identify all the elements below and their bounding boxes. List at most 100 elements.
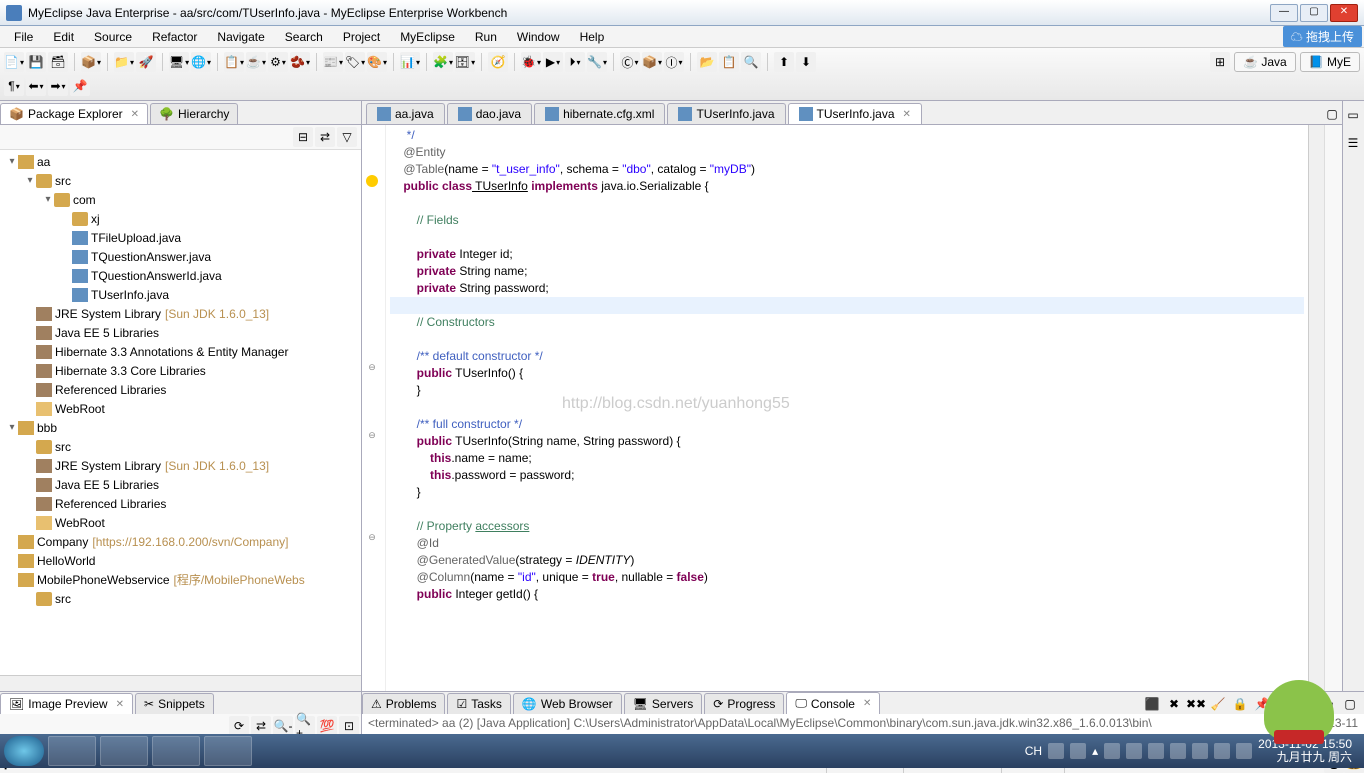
- prev-annotation-button[interactable]: ⬆: [774, 52, 794, 72]
- zoom-out-icon[interactable]: 🔍-: [273, 716, 293, 736]
- fold-marker-icon[interactable]: ⊖: [366, 361, 378, 373]
- menu-refactor[interactable]: Refactor: [142, 28, 207, 46]
- new-ejb-button[interactable]: 🫘: [290, 52, 310, 72]
- tray-icon[interactable]: [1126, 743, 1142, 759]
- minimized-outline-view[interactable]: ▭ ☰: [1342, 101, 1364, 691]
- tree-item[interactable]: Company[https://192.168.0.200/svn/Compan…: [2, 532, 359, 551]
- ime-indicator[interactable]: CH: [1025, 744, 1042, 758]
- tree-item[interactable]: JRE System Library[Sun JDK 1.6.0_13]: [2, 456, 359, 475]
- package-explorer-tree[interactable]: ▾aa▾src▾comxjTFileUpload.javaTQuestionAn…: [0, 150, 361, 675]
- menu-project[interactable]: Project: [333, 28, 390, 46]
- view-menu-button[interactable]: ▽: [337, 127, 357, 147]
- collapse-all-button[interactable]: ⊟: [293, 127, 313, 147]
- tab-progress[interactable]: ⟳ Progress: [704, 693, 784, 714]
- editor-tab[interactable]: dao.java: [447, 103, 532, 124]
- overview-ruler[interactable]: [1324, 125, 1342, 691]
- maximize-button[interactable]: ▢: [1300, 4, 1328, 22]
- warning-marker-icon[interactable]: [366, 175, 378, 187]
- new-project-button[interactable]: 📁: [114, 52, 134, 72]
- tree-item[interactable]: src: [2, 437, 359, 456]
- run-last-button[interactable]: ⏵: [565, 52, 585, 72]
- taskbar-app-2[interactable]: [100, 736, 148, 766]
- open-type-button[interactable]: 📦: [81, 52, 101, 72]
- restore-view-icon[interactable]: ▭: [1343, 105, 1363, 125]
- new-package-button[interactable]: 📦: [642, 52, 662, 72]
- close-button[interactable]: ✕: [1330, 4, 1358, 22]
- vertical-scrollbar[interactable]: [1308, 125, 1324, 691]
- outline-icon[interactable]: ☰: [1343, 133, 1363, 153]
- menu-window[interactable]: Window: [507, 28, 570, 46]
- new-jsp-button[interactable]: 📋: [224, 52, 244, 72]
- new-class-button[interactable]: Ⓒ: [620, 52, 640, 72]
- new-uml-button[interactable]: 📊: [400, 52, 420, 72]
- save-button[interactable]: 💾: [26, 52, 46, 72]
- tab-console[interactable]: 🖵 Console✕: [786, 692, 880, 714]
- tab-tasks[interactable]: ☑ Tasks: [447, 693, 510, 714]
- struts-button[interactable]: 🧩: [433, 52, 453, 72]
- open-resource-button[interactable]: 📂: [697, 52, 717, 72]
- tree-item[interactable]: Java EE 5 Libraries: [2, 323, 359, 342]
- tray-expand-icon[interactable]: ▴: [1092, 744, 1098, 758]
- server-button[interactable]: 🖥: [169, 52, 189, 72]
- taskbar-app-4[interactable]: [204, 736, 252, 766]
- tab-problems[interactable]: ⚠ Problems: [362, 693, 445, 714]
- menu-navigate[interactable]: Navigate: [207, 28, 274, 46]
- remove-launch-icon[interactable]: ✖: [1164, 694, 1184, 714]
- new-html-button[interactable]: 🏷: [345, 52, 365, 72]
- menu-edit[interactable]: Edit: [43, 28, 84, 46]
- tray-icon[interactable]: [1048, 743, 1064, 759]
- fold-marker-icon[interactable]: ⊖: [366, 429, 378, 441]
- perspective-myeclipse[interactable]: 📘 MyE: [1300, 52, 1360, 72]
- menu-myeclipse[interactable]: MyEclipse: [390, 28, 465, 46]
- sync-icon[interactable]: ⇄: [251, 716, 271, 736]
- horizontal-scrollbar[interactable]: [0, 675, 361, 691]
- open-task-button[interactable]: 📋: [719, 52, 739, 72]
- fold-marker-icon[interactable]: ⊖: [366, 531, 378, 543]
- tree-item[interactable]: Referenced Libraries: [2, 494, 359, 513]
- tray-icon[interactable]: [1192, 743, 1208, 759]
- maximize-editor-icon[interactable]: ▢: [1322, 104, 1342, 124]
- back-button[interactable]: ⬅: [26, 76, 46, 96]
- tray-icon[interactable]: [1214, 743, 1230, 759]
- menu-search[interactable]: Search: [275, 28, 333, 46]
- start-button[interactable]: [4, 736, 44, 766]
- tab-servers[interactable]: 🖥 Servers: [624, 693, 703, 714]
- tab-package-explorer[interactable]: 📦 Package Explorer✕: [0, 103, 148, 124]
- menu-file[interactable]: File: [4, 28, 43, 46]
- editor-tab[interactable]: TUserInfo.java: [667, 103, 785, 124]
- external-tools-button[interactable]: 🔧: [587, 52, 607, 72]
- search-button[interactable]: 🔍: [741, 52, 761, 72]
- new-xml-button[interactable]: 📰: [323, 52, 343, 72]
- new-servlet-button[interactable]: ⚙: [268, 52, 288, 72]
- menu-source[interactable]: Source: [84, 28, 142, 46]
- tree-item[interactable]: Hibernate 3.3 Annotations & Entity Manag…: [2, 342, 359, 361]
- tree-item[interactable]: TUserInfo.java: [2, 285, 359, 304]
- tray-icon[interactable]: [1170, 743, 1186, 759]
- scroll-lock-icon[interactable]: 🔒: [1230, 694, 1250, 714]
- pin-editor-button[interactable]: 📌: [70, 76, 90, 96]
- tree-item[interactable]: ▾src: [2, 171, 359, 190]
- tray-icon[interactable]: [1070, 743, 1086, 759]
- tree-item[interactable]: Java EE 5 Libraries: [2, 475, 359, 494]
- tab-snippets[interactable]: ✂ Snippets: [135, 693, 214, 714]
- editor-gutter[interactable]: ⊖ ⊖ ⊖: [362, 125, 386, 691]
- taskbar-app-3[interactable]: [152, 736, 200, 766]
- remove-all-icon[interactable]: ✖✖: [1186, 694, 1206, 714]
- new-applet-button[interactable]: ☕: [246, 52, 266, 72]
- link-editor-button[interactable]: ⇄: [315, 127, 335, 147]
- zoom-in-icon[interactable]: 🔍+: [295, 716, 315, 736]
- clear-console-icon[interactable]: 🧹: [1208, 694, 1228, 714]
- tree-item[interactable]: src: [2, 589, 359, 608]
- tab-web-browser[interactable]: 🌐 Web Browser: [513, 693, 622, 714]
- maximize-view-icon[interactable]: ▢: [1340, 694, 1360, 714]
- new-css-button[interactable]: 🎨: [367, 52, 387, 72]
- debug-button[interactable]: 🐞: [521, 52, 541, 72]
- menu-run[interactable]: Run: [465, 28, 507, 46]
- taskbar-app-1[interactable]: [48, 736, 96, 766]
- tree-item[interactable]: ▾aa: [2, 152, 359, 171]
- toggle-breadcrumb-button[interactable]: 🧭: [488, 52, 508, 72]
- editor-tab[interactable]: TUserInfo.java✕: [788, 103, 922, 124]
- menu-help[interactable]: Help: [570, 28, 615, 46]
- tree-item[interactable]: ▾bbb: [2, 418, 359, 437]
- tree-item[interactable]: xj: [2, 209, 359, 228]
